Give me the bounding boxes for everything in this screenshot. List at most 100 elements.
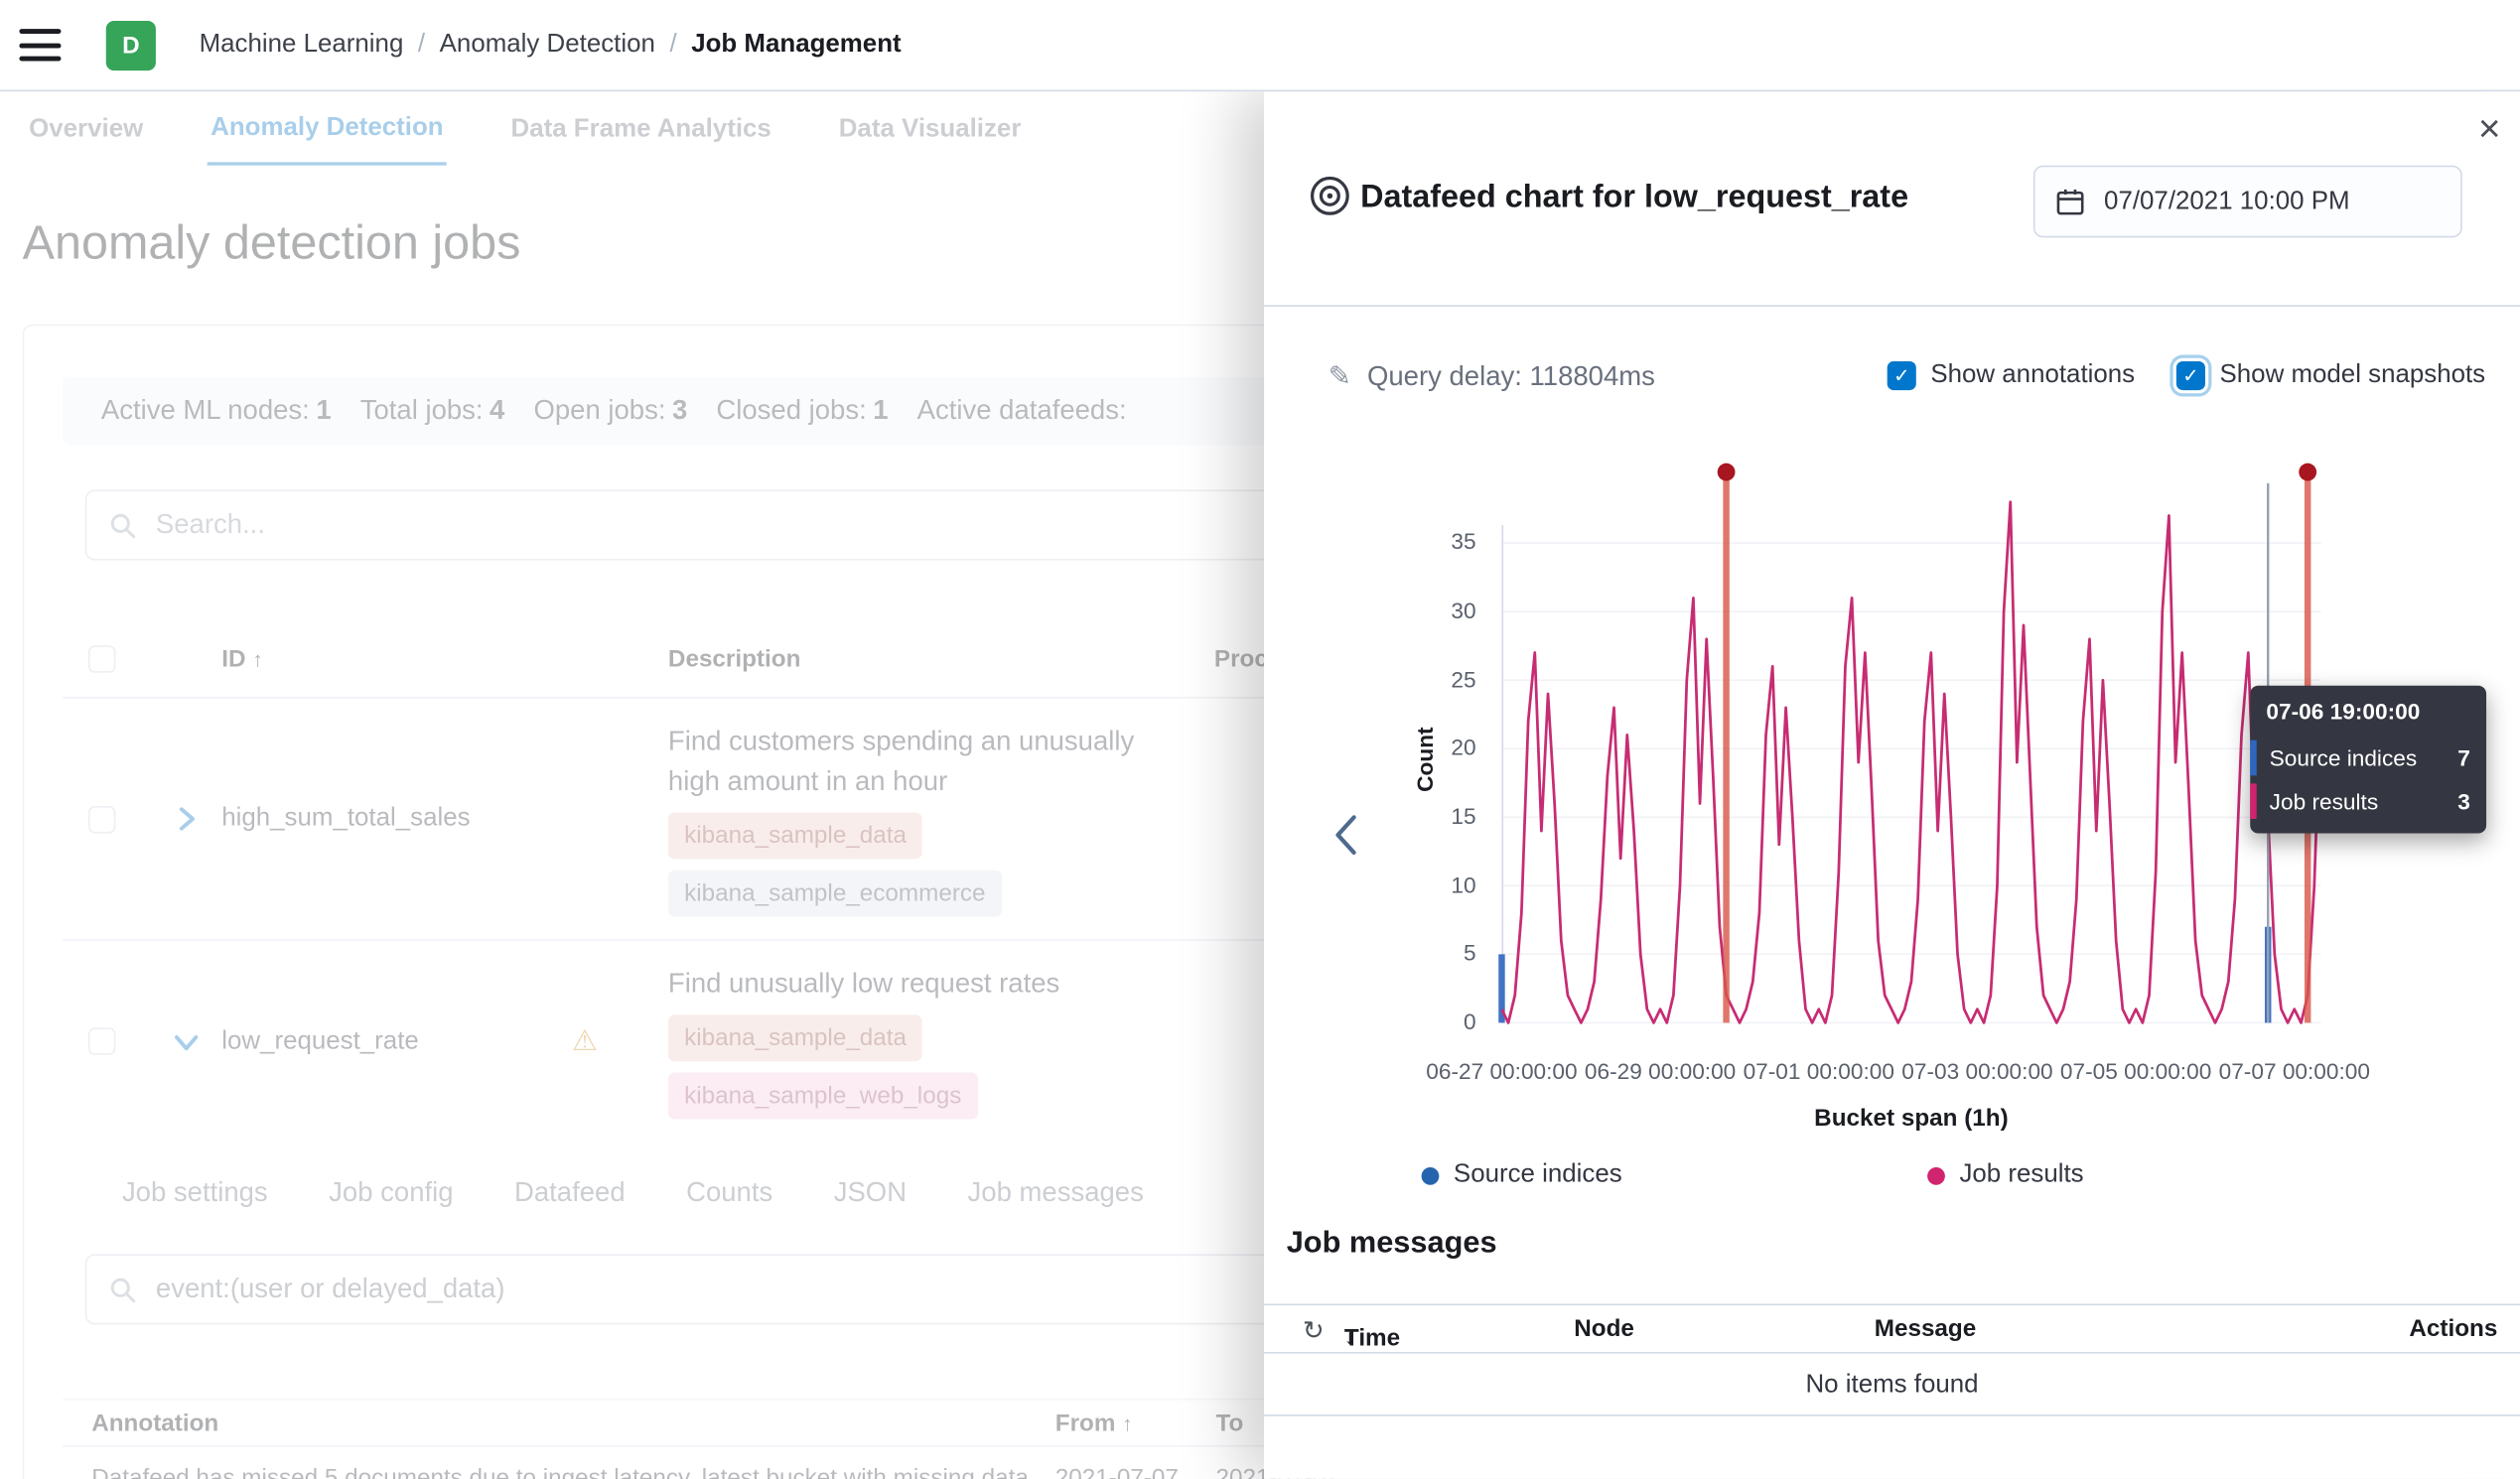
tab-data-visualizer[interactable]: Data Visualizer [836,96,1025,164]
column-header-actions: Actions [2409,1315,2497,1342]
tab-datafeed[interactable]: Datafeed [514,1177,626,1209]
x-tick-label: 06-27 00:00:00 [1413,1058,1590,1084]
app-root: D Machine Learning / Anomaly Detection /… [0,0,2520,1479]
tab-json[interactable]: JSON [834,1177,907,1209]
show-model-snapshots-control: ✓ Show model snapshots [2176,361,2485,390]
y-tick-label: 30 [1405,598,1475,623]
y-tick-label: 20 [1405,735,1475,760]
x-tick-label: 07-05 00:00:00 [2047,1058,2224,1084]
annotation-text: Datafeed has missed 5 documents due to i… [91,1461,1055,1479]
job-id: low_request_rate [221,1026,572,1055]
series-color-bar [2250,783,2256,819]
divider [1264,305,2520,307]
show-model-snapshots-label: Show model snapshots [2220,361,2486,390]
datafeed-chart-flyout: × Datafeed chart for low_request_rate 07… [1264,91,2520,1479]
breadcrumb-machine-learning[interactable]: Machine Learning [200,31,404,60]
column-header-from[interactable]: From ↑ [1055,1409,1216,1435]
job-messages-title: Job messages [1287,1227,1497,1263]
tab-job-settings[interactable]: Job settings [122,1177,268,1209]
sort-desc-icon: ↓ [1344,1325,1355,1349]
chart-tooltip: 07-06 19:00:00 Source indices 7 Job resu… [2250,686,2486,834]
annotation-from: 2021-07-07 19:00:00 [1055,1461,1216,1479]
index-badge: kibana_sample_web_logs [668,1073,978,1120]
series-color-bar [2250,740,2256,775]
stat-active-ml-nodes: Active ML nodes:1 [101,395,332,427]
legend-dot [1927,1166,1945,1184]
breadcrumb: Machine Learning / Anomaly Detection / J… [200,31,902,60]
divider [1264,1414,2520,1416]
datafeed-chart[interactable] [1501,461,2320,1022]
job-id: high_sum_total_sales [221,804,572,833]
select-all-checkbox[interactable] [88,645,115,672]
chart-previous-chevron-left-icon[interactable] [1329,808,1364,871]
job-messages-table-header: ↻ Time ↓ Node Message Actions [1264,1303,2520,1353]
job-description: Find customers spending an unusually hig… [668,721,1150,801]
index-badge: kibana_sample_ecommerce [668,871,1002,917]
sort-asc-icon: ↑ [1122,1411,1133,1434]
breadcrumb-anomaly-detection[interactable]: Anomaly Detection [440,31,655,60]
show-annotations-checkbox[interactable]: ✓ [1888,361,1916,390]
job-description-cell: Find unusually low request rates kibana_… [668,941,1214,1142]
space-avatar-letter: D [122,32,140,59]
legend-dot [1422,1166,1440,1184]
sort-asc-icon: ↑ [252,647,263,671]
show-annotations-label: Show annotations [1930,361,2135,390]
legend-item-job-results: Job results [1927,1161,2084,1190]
column-header-annotation: Annotation [91,1409,1055,1435]
column-header-message: Message [1875,1315,1977,1342]
stat-active-datafeeds: Active datafeeds: [917,395,1133,427]
space-avatar[interactable]: D [106,20,156,69]
y-tick-label: 35 [1405,529,1475,555]
stat-total-jobs: Total jobs:4 [360,395,505,427]
index-badge: kibana_sample_data [668,1014,922,1061]
y-tick-label: 25 [1405,666,1475,692]
expand-row-chevron-right-icon[interactable] [169,801,205,837]
datafeed-chart-icon [1309,175,1350,216]
search-icon [109,511,136,538]
tooltip-title: 07-06 19:00:00 [2250,699,2486,736]
menu-icon[interactable] [19,29,61,61]
row-checkbox[interactable] [88,805,115,832]
x-axis-title: Bucket span (1h) [1501,1105,2320,1132]
show-model-snapshots-checkbox[interactable]: ✓ [2176,361,2205,390]
tab-overview[interactable]: Overview [26,96,147,164]
y-tick-label: 10 [1405,872,1475,897]
tooltip-row: Job results 3 [2250,779,2486,823]
x-tick-label: 07-01 00:00:00 [1731,1058,1907,1084]
column-header-description: Description [668,645,1214,672]
flyout-title: Datafeed chart for low_request_rate [1360,180,1908,216]
job-description-cell: Find customers spending an unusually hig… [668,699,1214,940]
breadcrumb-separator: / [669,31,676,60]
job-description: Find unusually low request rates [668,964,1150,1004]
x-tick-label: 07-07 00:00:00 [2206,1058,2383,1084]
show-annotations-control: ✓ Show annotations [1888,361,2135,390]
empty-table-message: No items found [1264,1371,2520,1400]
close-icon[interactable]: × [2478,111,2501,150]
tab-job-config[interactable]: Job config [329,1177,453,1209]
stat-closed-jobs: Closed jobs:1 [716,395,888,427]
date-picker[interactable]: 07/07/2021 10:00 PM [2033,166,2462,238]
column-header-node: Node [1574,1315,1634,1342]
y-tick-label: 5 [1405,940,1475,966]
edit-pencil-icon[interactable]: ✎ [1329,361,1351,393]
top-header: D Machine Learning / Anomaly Detection /… [0,0,2520,91]
date-picker-value: 07/07/2021 10:00 PM [2104,187,2350,215]
legend-item-source-indices: Source indices [1422,1161,1622,1190]
tooltip-row: Source indices 7 [2250,736,2486,779]
collapse-row-chevron-down-icon[interactable] [169,1023,205,1059]
query-delay-row: ✎ Query delay: 118804ms [1329,361,1655,393]
calendar-icon [2056,187,2085,215]
tab-job-messages[interactable]: Job messages [968,1177,1144,1209]
search-icon [109,1276,136,1302]
y-tick-label: 15 [1405,803,1475,829]
tab-counts[interactable]: Counts [686,1177,772,1209]
tab-data-frame-analytics[interactable]: Data Frame Analytics [507,96,774,164]
tab-anomaly-detection[interactable]: Anomaly Detection [208,94,447,165]
breadcrumb-separator: / [418,31,425,60]
index-badge: kibana_sample_data [668,813,922,860]
column-header-id[interactable]: ID ↑ [221,645,572,672]
row-checkbox[interactable] [88,1027,115,1054]
x-tick-label: 06-29 00:00:00 [1572,1058,1749,1084]
refresh-icon[interactable]: ↻ [1303,1315,1325,1347]
warning-icon: ⚠ [572,1024,668,1058]
